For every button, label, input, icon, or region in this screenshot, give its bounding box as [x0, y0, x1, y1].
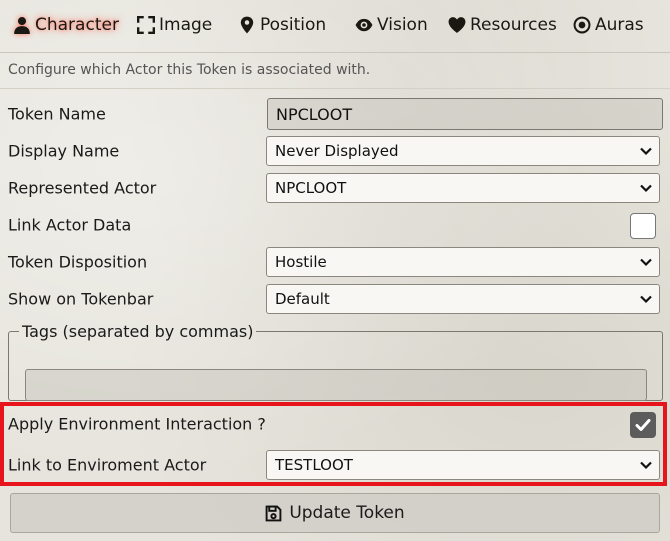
tab-label: Resources: [470, 15, 557, 35]
save-icon: [265, 505, 282, 521]
show-on-tokenbar-value: Default: [275, 290, 330, 308]
token-disposition-value: Hostile: [275, 253, 327, 271]
form-row-display-name: Display Name Never Displayed: [0, 133, 670, 169]
token-disposition-label: Token Disposition: [8, 252, 148, 272]
user-icon: [14, 17, 30, 34]
update-token-button[interactable]: Update Token: [10, 493, 660, 533]
tab-label: Character: [35, 15, 119, 35]
link-environment-actor-value: TESTLOOT: [275, 456, 353, 474]
chevron-down-icon: [640, 147, 652, 156]
represented-actor-value: NPCLOOT: [275, 179, 347, 197]
form-row-show-on-tokenbar: Show on Tokenbar Default: [0, 281, 670, 317]
tab-bar: Character Image Position Vision Resource…: [0, 0, 670, 50]
chevron-down-icon: [640, 295, 652, 304]
link-environment-actor-label: Link to Enviroment Actor: [8, 455, 207, 475]
token-name-input[interactable]: NPCLOOT: [267, 98, 663, 130]
display-name-select[interactable]: Never Displayed: [266, 136, 660, 166]
form-row-apply-environment: Apply Environment Interaction ?: [0, 406, 670, 442]
tab-label: Position: [260, 15, 327, 35]
apply-environment-checkbox[interactable]: [630, 412, 656, 438]
show-on-tokenbar-select[interactable]: Default: [266, 284, 660, 314]
represented-actor-label: Represented Actor: [8, 178, 157, 198]
token-disposition-select[interactable]: Hostile: [266, 247, 660, 277]
heart-icon: [448, 17, 466, 33]
map-marker-icon: [240, 16, 254, 34]
tab-label: Vision: [377, 15, 428, 35]
link-actor-data-checkbox[interactable]: [630, 213, 656, 239]
eye-icon: [355, 18, 373, 32]
update-token-label: Update Token: [289, 503, 405, 523]
chevron-down-icon: [640, 258, 652, 267]
form-row-token-name: Token Name NPCLOOT: [0, 96, 670, 132]
chevron-down-icon: [640, 184, 652, 193]
form-row-link-actor-data: Link Actor Data: [0, 207, 670, 243]
apply-environment-label: Apply Environment Interaction ?: [8, 414, 266, 434]
link-actor-data-label: Link Actor Data: [8, 215, 132, 235]
token-name-label: Token Name: [8, 104, 106, 124]
form-row-token-disposition: Token Disposition Hostile: [0, 244, 670, 280]
form-row-link-environment-actor: Link to Enviroment Actor TESTLOOT: [0, 447, 670, 483]
expand-icon: [137, 16, 155, 34]
tab-position[interactable]: Position: [238, 12, 326, 38]
tab-image[interactable]: Image: [137, 12, 212, 38]
chevron-down-icon: [640, 461, 652, 470]
tab-resources[interactable]: Resources: [448, 12, 557, 38]
tab-auras[interactable]: Auras: [573, 12, 644, 38]
checkmark-icon: [635, 419, 651, 431]
tags-input[interactable]: [25, 369, 647, 401]
tab-description: Configure which Actor this Token is asso…: [8, 62, 371, 78]
tab-divider: [0, 52, 670, 53]
tab-vision[interactable]: Vision: [355, 12, 428, 38]
show-on-tokenbar-label: Show on Tokenbar: [8, 289, 154, 309]
tab-character[interactable]: Character: [13, 12, 119, 38]
link-environment-actor-select[interactable]: TESTLOOT: [266, 450, 660, 480]
display-name-label: Display Name: [8, 141, 120, 161]
tags-fieldset: Tags (separated by commas): [8, 322, 663, 401]
form-row-represented-actor: Represented Actor NPCLOOT: [0, 170, 670, 206]
section-divider: [0, 88, 670, 89]
tab-label: Auras: [595, 15, 644, 35]
represented-actor-select[interactable]: NPCLOOT: [266, 173, 660, 203]
tags-legend: Tags (separated by commas): [22, 322, 254, 341]
tab-label: Image: [159, 15, 213, 35]
display-name-value: Never Displayed: [275, 142, 399, 160]
dot-circle-icon: [573, 16, 591, 34]
